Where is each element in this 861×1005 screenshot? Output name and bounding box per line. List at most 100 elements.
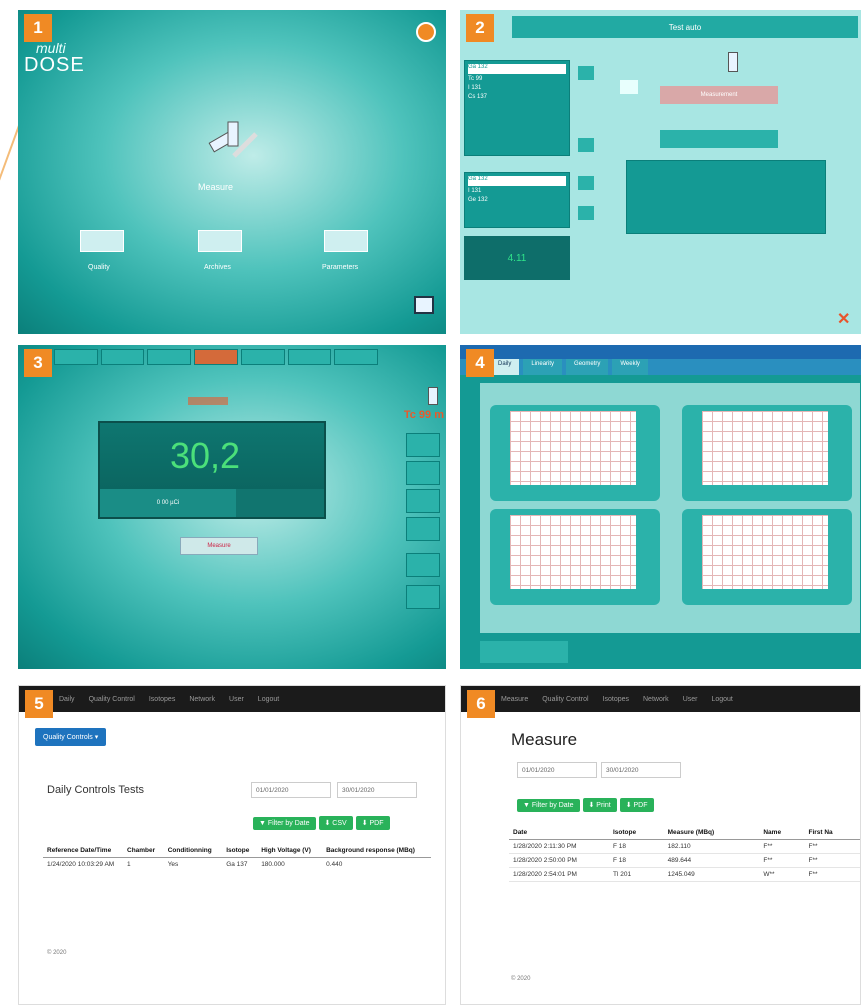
table-cell: 1/28/2020 2:54:01 PM	[513, 871, 577, 878]
filter-by-date-button[interactable]: ▼ Filter by Date	[517, 799, 580, 812]
nav-item[interactable]: Measure	[501, 696, 528, 703]
nav-item[interactable]: Isotopes	[603, 696, 629, 703]
user-icon[interactable]	[406, 517, 440, 541]
filter-by-date-button[interactable]: ▼ Filter by Date	[253, 817, 316, 830]
measurement-button[interactable]: Measurement	[660, 86, 778, 104]
scroll-up-button[interactable]	[578, 176, 594, 190]
date-from-input[interactable]: 01/01/2020	[251, 782, 331, 798]
panel-5-daily-controls: Daily Quality Control Isotopes Network U…	[18, 685, 446, 1005]
scroll-down-button[interactable]	[578, 138, 594, 152]
table-row[interactable]: 1/28/2020 2:50:00 PM F 18 489.644 F** F*…	[509, 854, 860, 868]
column-header: Background response (MBq)	[326, 847, 415, 854]
scroll-up-button[interactable]	[578, 66, 594, 80]
nav-item[interactable]: Quality Control	[89, 696, 135, 703]
archives-label[interactable]: Archives	[204, 264, 231, 271]
chart-4	[682, 509, 852, 605]
isotope-label: Tc 99 m	[403, 409, 444, 421]
column-header: Isotope	[226, 847, 250, 854]
list-item[interactable]: I 131	[468, 188, 566, 197]
list-item[interactable]: I 131	[468, 85, 566, 94]
nav-item[interactable]: Logout	[711, 696, 732, 703]
page-title: Measure	[511, 730, 578, 749]
table-row[interactable]: 1/28/2020 2:54:01 PM Tl 201 1245.049 W**…	[509, 868, 860, 882]
column-header: Date	[513, 829, 528, 836]
footer-copyright: © 2020	[47, 950, 67, 956]
chart-3-plot	[510, 515, 636, 589]
table-cell: 0.440	[326, 861, 343, 868]
book-icon[interactable]	[414, 296, 434, 314]
table-cell: F**	[808, 857, 818, 864]
toolbar-button[interactable]	[100, 349, 145, 365]
table-row[interactable]: 1/24/2020 10:03:29 AM 1 Yes Ga 137 180.0…	[43, 858, 431, 872]
table-row[interactable]: 1/28/2020 2:11:30 PM F 18 182.110 F** F*…	[509, 840, 860, 854]
table-cell: W**	[763, 871, 775, 878]
column-header: Isotope	[613, 829, 637, 836]
tab-weekly[interactable]: Weekly	[612, 359, 648, 375]
date-from-input[interactable]: 01/01/2020	[517, 762, 597, 778]
date-to-input[interactable]: 30/01/2020	[337, 782, 417, 798]
isotope-list-1[interactable]: Ga 132 Tc 99 I 131 Cs 137	[464, 60, 570, 156]
measure-label[interactable]: Measure	[198, 182, 233, 192]
chart-1-plot	[510, 411, 636, 485]
toolbar-button[interactable]	[240, 349, 285, 365]
toolbar-button[interactable]	[194, 349, 238, 365]
list-item[interactable]: Ga 132	[468, 64, 566, 74]
toolbar-button[interactable]	[54, 349, 98, 365]
close-icon[interactable]: ✕	[837, 312, 853, 328]
quality-label[interactable]: Quality	[88, 264, 110, 271]
isotope-list-2[interactable]: Ga 132 I 131 Ge 132	[464, 172, 570, 228]
tab-daily[interactable]: Daily	[490, 359, 520, 375]
side-button[interactable]	[406, 433, 440, 457]
panel-3-measure: 3 30,2 0 00 µCi Measure Tc 99 m	[18, 345, 446, 669]
csv-button[interactable]: ⬇ CSV	[318, 816, 353, 830]
toolbar-button[interactable]	[334, 349, 379, 365]
panel-6-measure-list: Measure Quality Control Isotopes Network…	[460, 685, 861, 1005]
pdf-button[interactable]: ⬇ PDF	[355, 816, 390, 830]
panel-1-home: 1 multi DOSE Measure Quality Archives Pa…	[18, 10, 446, 334]
nav-item[interactable]: Network	[189, 696, 215, 703]
date-to-input[interactable]: 30/01/2020	[601, 762, 681, 778]
toolbar-button[interactable]	[287, 349, 332, 365]
table-cell: 1/28/2020 2:50:00 PM	[513, 857, 577, 864]
nav-item[interactable]: User	[683, 696, 698, 703]
archives-icon[interactable]	[198, 230, 242, 252]
print-button[interactable]: ⬇ Print	[582, 798, 617, 812]
nav-item[interactable]: Network	[643, 696, 669, 703]
parameters-icon[interactable]	[324, 230, 368, 252]
value-display: 4.11	[464, 236, 570, 280]
table-cell: F**	[763, 843, 773, 850]
toolbar-button[interactable]	[147, 349, 192, 365]
action-buttons: ▼ Filter by Date ⬇ CSV ⬇ PDF	[253, 812, 393, 830]
side-button[interactable]	[406, 489, 440, 513]
scroll-down-button[interactable]	[578, 206, 594, 220]
nav-item[interactable]: Isotopes	[149, 696, 175, 703]
list-item[interactable]: Ga 132	[468, 176, 566, 186]
list-item[interactable]: Tc 99	[468, 76, 566, 85]
bottom-button[interactable]	[480, 641, 568, 663]
column-header: First Na	[808, 829, 833, 836]
daily-controls-table: Reference Date/Time Chamber Conditionnin…	[43, 844, 431, 871]
side-button[interactable]	[406, 585, 440, 609]
quality-controls-dropdown[interactable]: Quality Controls ▾	[35, 728, 107, 746]
vial-icon	[728, 52, 738, 72]
measure-button[interactable]: Measure	[180, 537, 258, 555]
nav-item[interactable]: Daily	[59, 696, 75, 703]
action-button[interactable]	[660, 130, 778, 148]
list-item[interactable]: Cs 137	[468, 94, 566, 103]
nav-item[interactable]: User	[229, 696, 244, 703]
pdf-button[interactable]: ⬇ PDF	[619, 798, 654, 812]
chart-4-plot	[702, 515, 828, 589]
power-icon[interactable]	[416, 22, 436, 42]
side-button[interactable]	[406, 461, 440, 485]
tab-linearity[interactable]: Linearity	[523, 359, 563, 375]
quality-icon[interactable]	[80, 230, 124, 252]
nav-item[interactable]: Logout	[258, 696, 279, 703]
column-header: High Voltage (V)	[261, 847, 311, 854]
table-cell: Tl 201	[613, 871, 632, 878]
syringe-icon[interactable]	[194, 118, 264, 168]
tab-geometry[interactable]: Geometry	[566, 359, 609, 375]
list-item[interactable]: Ge 132	[468, 197, 566, 206]
side-button[interactable]	[406, 553, 440, 577]
parameters-label[interactable]: Parameters	[322, 264, 358, 271]
nav-item[interactable]: Quality Control	[542, 696, 588, 703]
